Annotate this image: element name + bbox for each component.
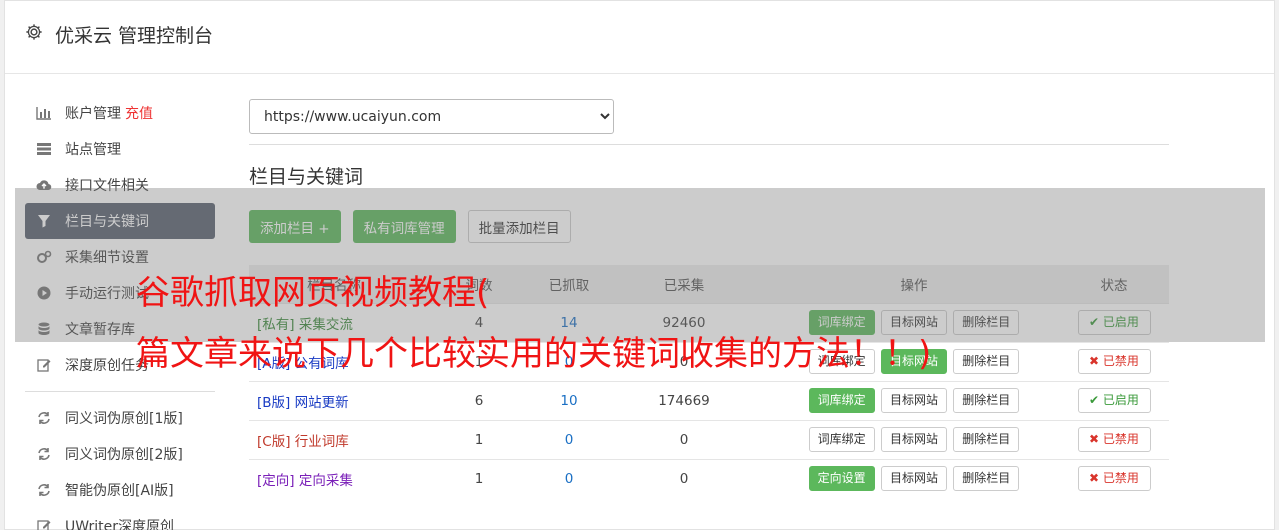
edit-icon [36,518,52,530]
status-cell: ✔ 已启用 [1059,380,1169,420]
status-label: 已禁用 [1102,471,1139,486]
status-label: 已禁用 [1102,354,1139,368]
overlay-title-line2: 篇文章来说下几个比较实用的关键词收集的方法！！) [136,334,932,374]
sidebar-item-label: 智能伪原创[AI版] [65,483,174,499]
server-icon [36,141,52,157]
collected-cell: 0 [599,419,769,459]
status-cell: ✖ 已禁用 [1059,458,1169,498]
overlay-title-line1: 谷歌抓取网页视频教程( [136,273,490,313]
column-name-cell[interactable]: [C版] 行业词库 [249,419,419,459]
delete-column-button[interactable]: 删除栏目 [953,466,1020,492]
sidebar-item-label: 同义词伪原创[2版] [65,447,183,463]
delete-column-button[interactable]: 删除栏目 [953,388,1020,413]
collected-cell: 0 [599,458,769,498]
sidebar-item-label: 同义词伪原创[1版] [65,411,183,427]
column-name: 网站更新 [294,394,349,411]
directed-settings-button[interactable]: 定向设置 [808,466,875,492]
bind-lib-button[interactable]: 词库绑定 [808,427,875,452]
fetched-cell[interactable]: 0 [539,419,599,459]
table-row: [定向] 定向采集 1 0 0 定向设置 目标网站 删除栏目 ✖ 已禁用 [249,458,1169,498]
recharge-link[interactable]: 充值 [125,103,153,123]
site-select[interactable]: https://www.ucaiyun.com [249,99,614,134]
sidebar-item-label: 账户管理 [65,106,121,122]
status-cell: ✖ 已禁用 [1059,341,1169,381]
column-name-cell[interactable]: [定向] 定向采集 [249,458,419,498]
words-cell: 1 [419,419,539,459]
edit-icon [36,357,52,373]
words-cell: 6 [419,380,539,420]
actions-cell: 词库绑定 目标网站 删除栏目 [769,419,1059,459]
fetched-cell[interactable]: 10 [539,380,599,420]
column-tag: [C版] [257,433,291,450]
app-title: 优采云 管理控制台 [55,25,214,47]
column-name: 定向采集 [298,472,353,489]
table-row: [C版] 行业词库 1 0 0 词库绑定 目标网站 删除栏目 ✖ 已禁用 [249,419,1169,459]
bind-lib-button[interactable]: 词库绑定 [808,388,875,413]
status-toggle[interactable]: ✖ 已禁用 [1077,349,1151,374]
status-toggle[interactable]: ✖ 已禁用 [1077,466,1151,492]
refresh-icon [36,446,52,462]
sidebar-item-label: UWriter深度原创 [65,519,174,530]
refresh-icon [36,482,52,498]
column-tag: [定向] [257,472,295,489]
table-row: [B版] 网站更新 6 10 174669 词库绑定 目标网站 删除栏目 ✔ 已… [249,380,1169,420]
target-site-button[interactable]: 目标网站 [880,388,947,413]
sidebar-item-account[interactable]: 账户管理 充值 [25,95,215,131]
refresh-icon [36,410,52,426]
sidebar-divider [25,391,215,392]
sidebar-item-synonym-v2[interactable]: 同义词伪原创[2版] [25,436,215,472]
actions-cell: 词库绑定 目标网站 删除栏目 [769,380,1059,420]
column-tag: [B版] [257,394,291,411]
divider [249,144,1169,145]
header: 优采云 管理控制台 [5,1,1274,74]
status-toggle[interactable]: ✔ 已启用 [1077,388,1151,413]
sidebar-item-synonym-v1[interactable]: 同义词伪原创[1版] [25,400,215,436]
actions-cell: 定向设置 目标网站 删除栏目 [769,458,1059,498]
collected-cell: 174669 [599,380,769,420]
status-toggle[interactable]: ✖ 已禁用 [1077,427,1151,452]
words-cell: 1 [419,458,539,498]
status-label: 已启用 [1102,393,1139,407]
delete-column-button[interactable]: 删除栏目 [953,349,1020,374]
delete-column-button[interactable]: 删除栏目 [953,427,1020,452]
sidebar-item-label: 站点管理 [65,142,121,158]
bar-chart-icon [36,105,52,121]
sidebar-item-ai-original[interactable]: 智能伪原创[AI版] [25,472,215,508]
gear-icon [26,24,42,40]
fetched-cell[interactable]: 0 [539,458,599,498]
column-name-cell[interactable]: [B版] 网站更新 [249,380,419,420]
target-site-button[interactable]: 目标网站 [880,466,947,492]
target-site-button[interactable]: 目标网站 [880,427,947,452]
section-title: 栏目与关键词 [249,166,364,188]
column-name: 行业词库 [294,433,349,450]
status-label: 已禁用 [1102,432,1139,446]
sidebar-item-sites[interactable]: 站点管理 [25,131,215,167]
sidebar-item-uwriter[interactable]: UWriter深度原创 [25,508,215,530]
status-cell: ✖ 已禁用 [1059,419,1169,459]
